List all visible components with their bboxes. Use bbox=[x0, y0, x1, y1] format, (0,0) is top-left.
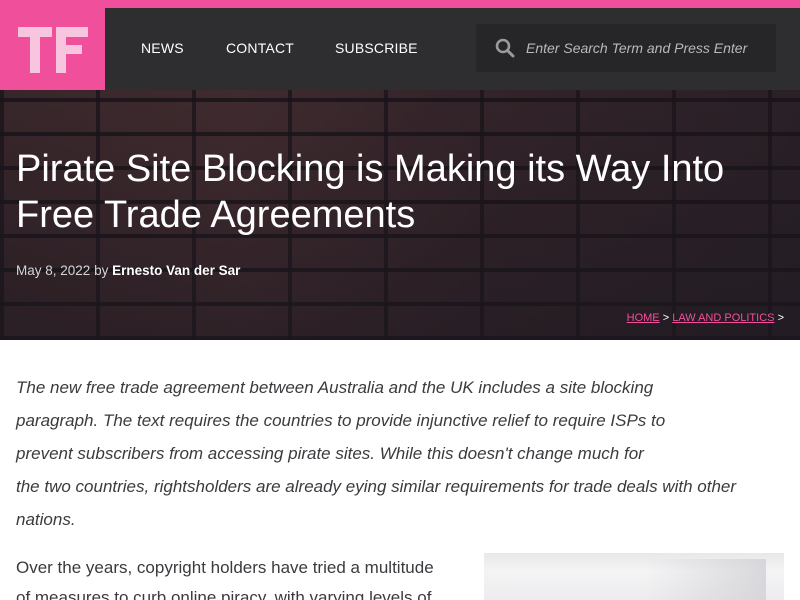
search-input[interactable] bbox=[526, 32, 766, 64]
article-image bbox=[484, 553, 784, 600]
lead-line: prevent subscribers from accessing pirat… bbox=[16, 444, 644, 463]
article-date: May 8, 2022 bbox=[16, 263, 91, 278]
nav-item-news[interactable]: NEWS bbox=[141, 40, 184, 56]
breadcrumb-separator: > bbox=[662, 312, 670, 324]
lead-line: The new free trade agreement between Aus… bbox=[16, 378, 654, 397]
nav-item-subscribe[interactable]: SUBSCRIBE bbox=[335, 40, 418, 56]
search-box bbox=[476, 24, 776, 72]
article-hero: Pirate Site Blocking is Making its Way I… bbox=[0, 90, 800, 340]
breadcrumb-separator: > bbox=[777, 312, 784, 324]
site-header: NEWS CONTACT SUBSCRIBE bbox=[0, 8, 800, 90]
body-line: Over the years, copyright holders have t… bbox=[16, 558, 434, 577]
article-body: Over the years, copyright holders have t… bbox=[16, 553, 466, 600]
top-accent-strip bbox=[0, 0, 800, 8]
article-image-shade bbox=[646, 559, 766, 600]
site-logo[interactable] bbox=[0, 8, 105, 90]
lead-line: the two countries, rightsholders are alr… bbox=[16, 477, 737, 496]
article-by: by bbox=[94, 263, 109, 278]
article-title: Pirate Site Blocking is Making its Way I… bbox=[16, 148, 725, 236]
article-author[interactable]: Ernesto Van der Sar bbox=[112, 263, 240, 278]
logo-tf-letters bbox=[18, 27, 88, 73]
breadcrumb-home-link[interactable]: Home bbox=[627, 312, 660, 324]
nav-item-contact[interactable]: CONTACT bbox=[226, 40, 294, 56]
article-meta: May 8, 2022 by Ernesto Van der Sar bbox=[16, 263, 240, 278]
breadcrumb: Home > Law and Politics > bbox=[627, 312, 784, 324]
lead-line: nations. bbox=[16, 510, 76, 529]
lead-line: paragraph. The text requires the countri… bbox=[16, 411, 666, 430]
breadcrumb-category-link[interactable]: Law and Politics bbox=[672, 312, 774, 324]
body-line: of measures to curb online piracy, with … bbox=[16, 588, 432, 600]
search-icon[interactable] bbox=[495, 38, 515, 58]
article-lead: The new free trade agreement between Aus… bbox=[16, 371, 776, 536]
